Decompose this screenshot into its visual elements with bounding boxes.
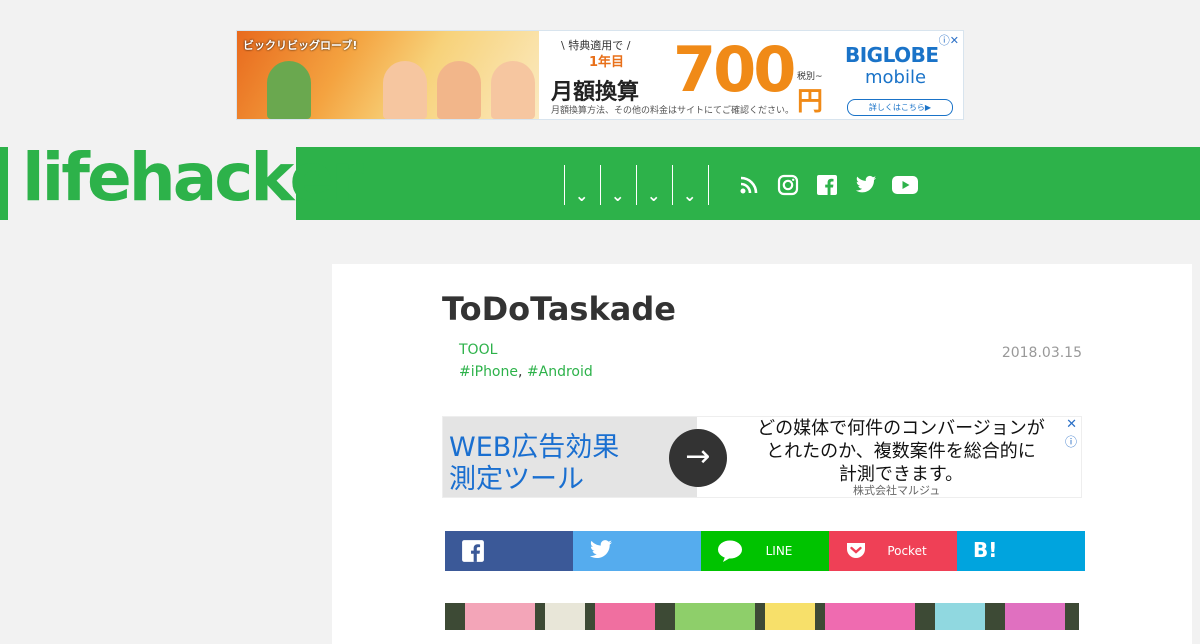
ad-promo: \ 特典適用で / 1年目 月額換算 700 税別~ 円 月額換算方法、その他の… — [539, 31, 963, 119]
twitter-icon[interactable] — [853, 172, 879, 198]
ad-copy-line: とれたのか、複数案件を総合的に — [766, 441, 1036, 462]
ad-company: 株式会社マルジュ — [853, 484, 941, 497]
ad-copy: どの媒体で何件のコンバージョンが とれたのか、複数案件を総合的に 計測できます。 — [735, 417, 1067, 486]
ad-more-button[interactable]: 詳しくはこちら▶ — [847, 99, 953, 116]
article-tags: #iPhone, #Android — [459, 364, 593, 380]
top-banner-ad[interactable]: ビックリビッグローブ! \ 特典適用で / 1年目 月額換算 700 税別~ 円… — [236, 30, 964, 120]
twitter-icon — [590, 540, 612, 558]
article-hero-image — [445, 603, 1079, 630]
youtube-icon[interactable] — [892, 172, 918, 198]
ad-photo: ビックリビッグローブ! — [237, 31, 539, 119]
share-line-button[interactable]: LINE — [701, 531, 829, 571]
share-line-label: LINE — [765, 544, 793, 558]
article-category-link[interactable]: TOOL — [459, 342, 497, 358]
article-title: ToDoTaskade — [442, 290, 676, 328]
nav-dropdown-4[interactable]: ⌄ — [672, 165, 709, 205]
pocket-icon — [847, 543, 865, 558]
rss-icon[interactable] — [736, 172, 762, 198]
share-pocket-button[interactable]: Pocket — [829, 531, 957, 571]
hatena-icon: B! — [973, 538, 998, 562]
logo-accent-bar — [0, 147, 8, 220]
ad-person — [383, 61, 427, 119]
share-twitter-button[interactable] — [573, 531, 701, 571]
facebook-icon[interactable] — [814, 172, 840, 198]
ad-copy-line: どの媒体で何件のコンバージョンが — [757, 418, 1045, 439]
ad-info-icon[interactable]: ⓘ — [1065, 433, 1077, 450]
site-logo[interactable]: lifehacker — [22, 139, 364, 216]
share-bar: LINE Pocket B! — [445, 531, 1085, 571]
chevron-down-icon: ⌄ — [683, 186, 697, 205]
line-icon — [718, 540, 742, 562]
share-hatena-button[interactable]: B! — [957, 531, 1085, 571]
ad-note: 月額換算方法、その他の料金はサイトにてご確認ください。 — [551, 106, 795, 116]
facebook-icon — [462, 540, 484, 562]
inline-ad[interactable]: WEB広告効果 測定ツール → どの媒体で何件のコンバージョンが とれたのか、複… — [442, 416, 1082, 498]
nav-dropdown-3[interactable]: ⌄ — [636, 165, 672, 205]
share-pocket-label: Pocket — [887, 544, 927, 558]
ad-headline-2: 測定ツール — [449, 464, 584, 495]
social-links — [736, 172, 918, 198]
ad-line3: 月額換算 — [551, 80, 640, 105]
nav-dropdown-1[interactable]: ⌄ — [564, 165, 600, 205]
ad-photo-tag: ビックリビッグローブ! — [243, 39, 358, 52]
chevron-down-icon: ⌄ — [575, 186, 589, 205]
arrow-right-icon[interactable]: → — [669, 429, 727, 487]
ad-yen: 円 — [797, 87, 824, 117]
chevron-down-icon: ⌄ — [647, 186, 661, 205]
ad-person — [437, 61, 481, 119]
ad-close-icon[interactable]: ✕ — [1066, 417, 1077, 432]
ad-price: 700 — [673, 33, 796, 106]
article-date: 2018.03.15 — [1001, 345, 1082, 361]
logo-area[interactable]: lifehacker — [0, 139, 364, 223]
share-facebook-button[interactable] — [445, 531, 573, 571]
tag-link-android[interactable]: #Android — [527, 364, 593, 380]
ad-brand-sub: mobile — [865, 67, 927, 88]
ad-person — [491, 61, 535, 119]
ad-headline-panel: WEB広告効果 測定ツール — [443, 417, 697, 497]
nav-menu: ⌄ ⌄ ⌄ ⌄ — [564, 165, 709, 205]
chevron-down-icon: ⌄ — [611, 186, 625, 205]
tag-link-iphone[interactable]: #iPhone — [459, 364, 518, 380]
instagram-icon[interactable] — [775, 172, 801, 198]
ad-line2: 1年目 — [589, 55, 625, 70]
adchoices-icon[interactable]: ⓘ✕ — [939, 32, 959, 48]
ad-brand-logo: BIGLOBE — [845, 43, 939, 67]
tag-separator: , — [518, 364, 523, 380]
nav-dropdown-2[interactable]: ⌄ — [600, 165, 636, 205]
ad-character — [267, 61, 311, 119]
